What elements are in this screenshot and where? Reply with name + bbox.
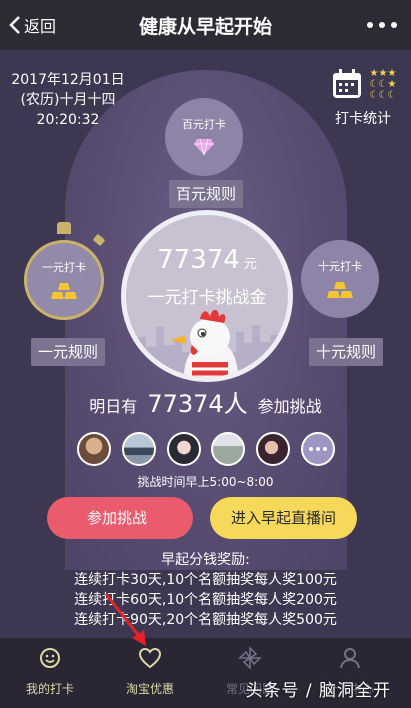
- avatar[interactable]: [166, 432, 201, 466]
- page-title: 健康从早起开始: [138, 16, 272, 38]
- rewards-line: 连续打卡60天,10个名额抽奖每人奖200元: [74, 592, 337, 608]
- avatar[interactable]: [211, 432, 246, 466]
- stars-moons-icon: ★★★ ☾☾★ ☾☾☾: [369, 67, 397, 101]
- gold-bars-icon: [51, 283, 77, 299]
- more-button[interactable]: [367, 13, 397, 37]
- back-button[interactable]: 返回: [8, 13, 56, 37]
- participant-avatars: [77, 432, 335, 466]
- red-arrow-annotation: [104, 593, 146, 646]
- challenge-time-text: 挑战时间早上5:00~8:00: [137, 475, 274, 489]
- back-label: 返回: [24, 17, 57, 36]
- tab-my-checkin[interactable]: 我的打卡: [0, 638, 100, 708]
- hundred-rules-button[interactable]: 百元规则: [169, 180, 244, 208]
- pool-amount-value: 77374: [157, 245, 240, 275]
- date-text: 2017年12月01日: [11, 72, 125, 88]
- calendar-icon: [332, 69, 361, 98]
- ten-yuan-medal-label: 十元打卡: [318, 260, 362, 273]
- rewards-info: 早起分钱奖励: 连续打卡30天,10个名额抽奖每人奖100元 连续打卡60天,1…: [0, 550, 411, 630]
- diamond-icon: [194, 138, 214, 156]
- tomorrow-suffix: 参加挑战: [257, 397, 322, 416]
- rewards-line: 连续打卡30天,10个名额抽奖每人奖100元: [74, 572, 337, 588]
- main-content: 2017年12月01日 (农历)十月十四 20:20:32 ★★★ ☾☾★ ☾☾☾ …: [0, 50, 411, 638]
- more-dot-icon: [367, 22, 373, 28]
- smile-icon: [40, 648, 60, 668]
- tomorrow-prefix: 明日有: [89, 397, 138, 416]
- join-challenge-button[interactable]: 参加挑战: [47, 497, 193, 539]
- prize-pool-circle: 77374 元 一元打卡挑战金: [121, 210, 293, 382]
- time-text: 20:20:32: [36, 112, 100, 128]
- datetime-block: 2017年12月01日 (农历)十月十四 20:20:32: [8, 70, 128, 130]
- tomorrow-participants: 明日有 77374人 参加挑战: [0, 384, 411, 419]
- heart-icon: [138, 647, 162, 669]
- avatar[interactable]: [77, 432, 111, 466]
- pool-amount-unit: 元: [243, 257, 257, 272]
- pinwheel-icon: [238, 646, 262, 670]
- stats-label: 打卡统计: [335, 111, 391, 127]
- ten-yuan-medal[interactable]: 十元打卡: [301, 240, 379, 318]
- avatar[interactable]: [121, 432, 156, 466]
- rewards-line: 连续打卡90天,20个名额抽奖每人奖500元: [74, 612, 337, 628]
- tomorrow-count: 77374人: [147, 390, 248, 418]
- gold-bars-icon: [327, 282, 353, 298]
- tab-label: 淘宝优惠: [125, 682, 174, 696]
- one-yuan-medal[interactable]: 一元打卡: [24, 240, 104, 320]
- one-yuan-medal-label: 一元打卡: [42, 261, 86, 274]
- person-icon: [340, 648, 360, 669]
- tab-label: 我的打卡: [25, 682, 74, 696]
- hundred-medal-label: 百元打卡: [182, 118, 226, 131]
- ten-yuan-rules-button[interactable]: 十元规则: [309, 338, 384, 366]
- rewards-title: 早起分钱奖励:: [161, 552, 250, 568]
- more-dot-icon: [391, 22, 397, 28]
- one-yuan-rules-button[interactable]: 一元规则: [31, 338, 106, 366]
- pool-amount: 77374 元: [126, 245, 288, 275]
- more-avatars-button[interactable]: [300, 432, 335, 466]
- avatar[interactable]: [256, 432, 291, 466]
- stopwatch-crown: [57, 222, 71, 234]
- chevron-left-icon: [9, 16, 20, 34]
- lunar-date-text: (农历)十月十四: [20, 92, 116, 108]
- phone-screen: 返回 健康从早起开始 2017年12月01日 (农历)十月十四 20:20:32: [0, 0, 411, 708]
- navbar: 返回 健康从早起开始: [0, 0, 411, 50]
- watermark-text: 头条号 / 脑洞全开: [245, 681, 391, 701]
- more-dot-icon: [379, 22, 385, 28]
- rooster-mascot-illustration: [170, 309, 239, 377]
- hundred-medal[interactable]: 百元打卡: [165, 98, 243, 176]
- live-room-button[interactable]: 进入早起直播间: [210, 497, 357, 539]
- stats-button[interactable]: ★★★ ☾☾★ ☾☾☾ 打卡统计: [323, 64, 403, 128]
- pool-label: 一元打卡挑战金: [147, 288, 267, 308]
